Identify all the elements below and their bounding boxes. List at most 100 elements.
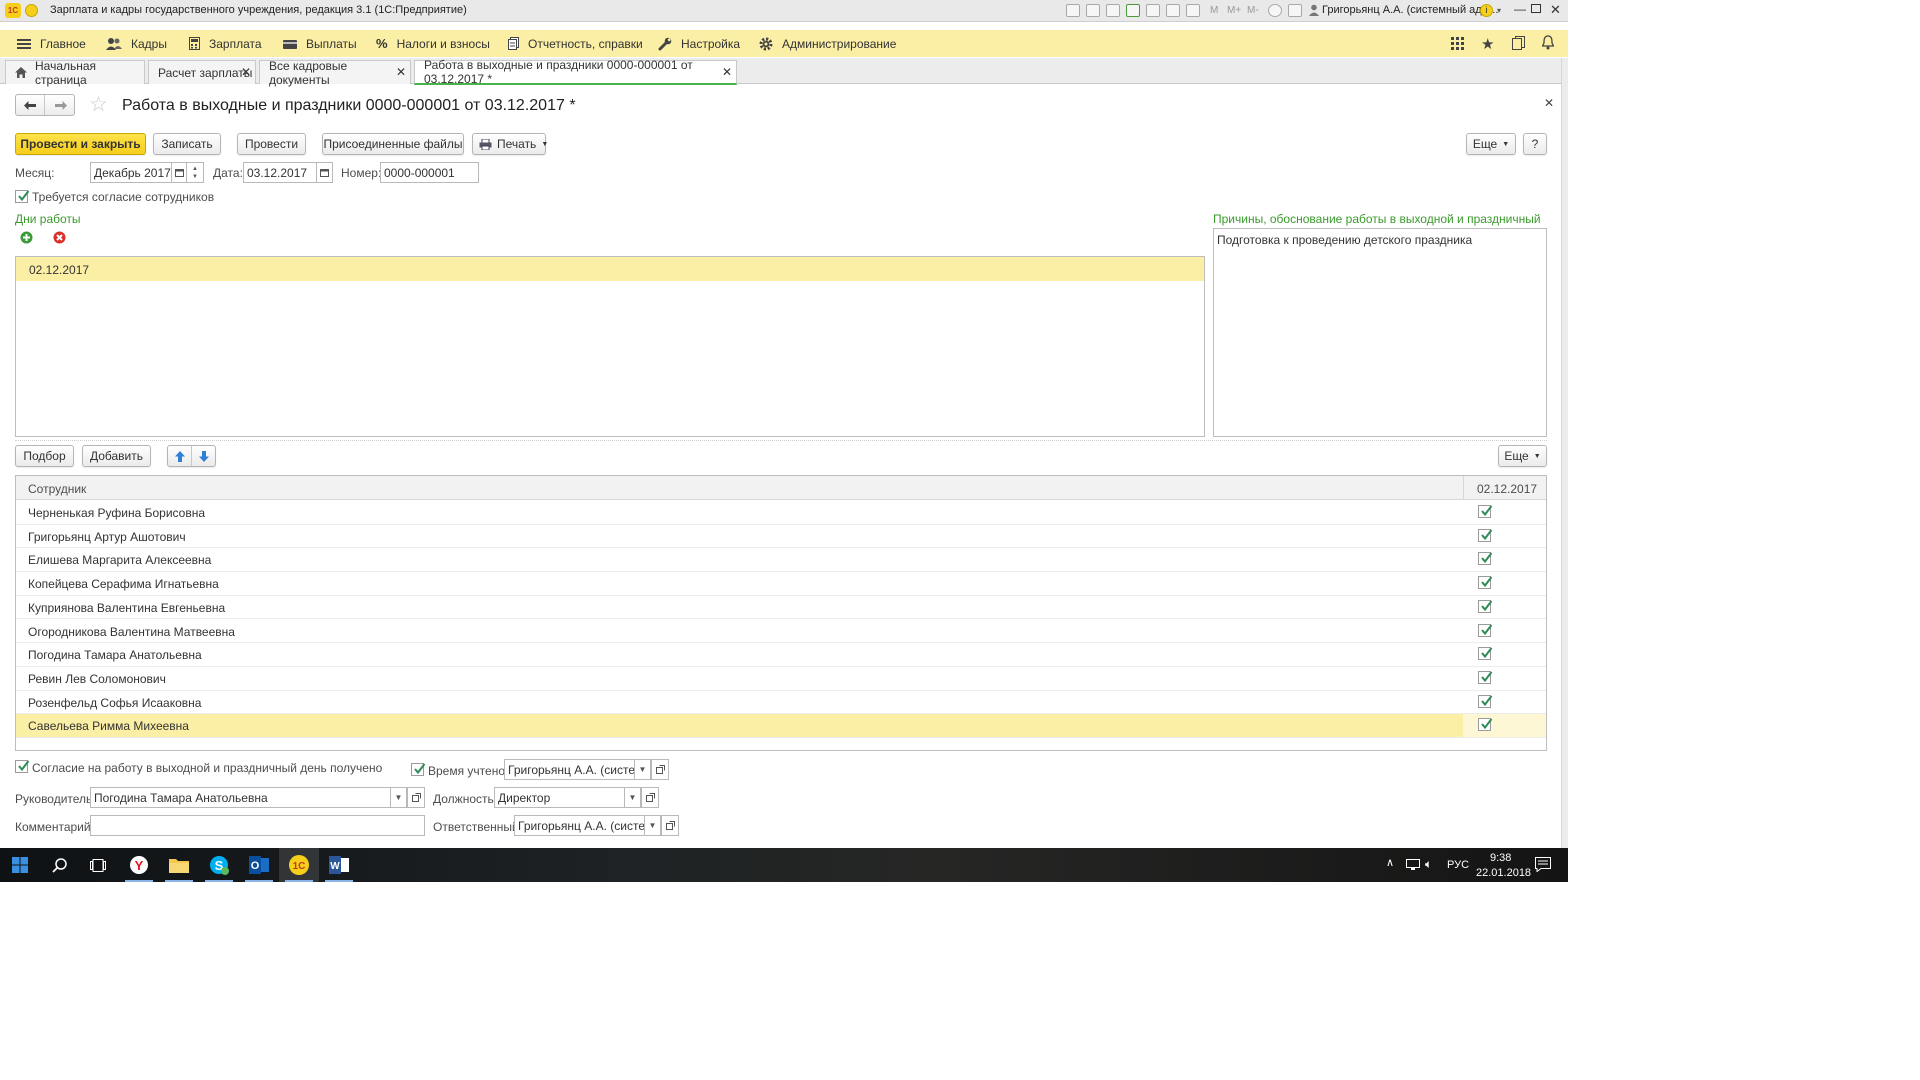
tab-home[interactable]: Начальная страница (5, 59, 145, 87)
table-row[interactable]: Савельева Римма Михеевна (16, 714, 1546, 738)
close-tab-icon[interactable]: ✕ (722, 65, 732, 79)
save-button[interactable]: Записать (153, 133, 221, 155)
table-more-button[interactable]: Еще ▼ (1498, 445, 1547, 467)
table-row[interactable]: Григорьянц Артур Ашотович (16, 525, 1546, 549)
network-icon[interactable] (1406, 859, 1420, 871)
tab-weekend-work[interactable]: Работа в выходные и праздники 0000-00000… (414, 58, 737, 86)
notifications-bell-icon[interactable] (1542, 35, 1554, 50)
windows-start-icon[interactable] (0, 848, 40, 882)
yandex-browser-icon[interactable]: Y (119, 848, 159, 882)
spin-down-icon[interactable]: ▼ (192, 173, 198, 181)
favorites-star-icon[interactable]: ★ (1481, 35, 1494, 53)
add-button[interactable]: Добавить (82, 445, 151, 467)
file-explorer-icon[interactable] (159, 848, 199, 882)
position-input[interactable]: Директор (494, 787, 625, 808)
skype-icon[interactable]: S (199, 848, 239, 882)
close-tab-icon[interactable]: ✕ (396, 65, 406, 79)
work-day-checkbox[interactable] (1478, 505, 1493, 518)
consent-required-checkbox[interactable] (15, 190, 30, 203)
section-salary[interactable]: Зарплата (189, 30, 262, 57)
work-day-checkbox[interactable] (1478, 528, 1493, 542)
table-row[interactable]: Копейцева Серафима Игнатьевна (16, 572, 1546, 596)
calendar-icon[interactable] (1186, 4, 1200, 17)
open-link-icon[interactable] (641, 787, 659, 808)
close-form-icon[interactable]: ✕ (1544, 96, 1554, 110)
open-link-icon[interactable] (407, 787, 425, 808)
table-row[interactable]: Куприянова Валентина Евгеньевна (16, 596, 1546, 620)
table-row[interactable]: Погодина Тамара Анатольевна (16, 643, 1546, 667)
column-divider[interactable] (1463, 476, 1464, 500)
table-row[interactable]: Елишева Маргарита Алексеевна (16, 548, 1546, 573)
tray-chevron-icon[interactable]: ∧ (1386, 856, 1394, 869)
memory-minus-icon[interactable]: M- (1247, 5, 1259, 16)
delete-day-icon[interactable] (53, 231, 66, 244)
open-link-icon[interactable] (661, 815, 679, 836)
task-view-icon[interactable] (78, 848, 118, 882)
work-day-checkbox[interactable] (1478, 670, 1493, 684)
work-day-checkbox[interactable] (1478, 647, 1493, 661)
close-tab-icon[interactable]: ✕ (241, 65, 251, 79)
print-button[interactable]: Печать ▼ (472, 133, 548, 155)
responsible-input[interactable]: Григорьянц А.А. (системн (514, 815, 645, 836)
add-day-icon[interactable] (20, 231, 33, 244)
maximize-icon[interactable] (1531, 4, 1541, 13)
dropdown-arrow-icon[interactable]: ▼ (644, 815, 661, 836)
window-scrollbar[interactable] (1561, 58, 1568, 848)
section-payments[interactable]: Выплаты (283, 30, 357, 57)
tab-hr-documents[interactable]: Все кадровые документы ✕ (259, 59, 411, 87)
section-main[interactable]: Главное (17, 30, 86, 57)
month-spinner[interactable]: ▲ ▼ (186, 162, 204, 183)
help-button[interactable]: ? (1523, 133, 1547, 155)
volume-icon[interactable]: 🔈︎ (1425, 857, 1432, 872)
dropdown-arrow-icon[interactable]: ▼ (390, 787, 407, 808)
work-day-checkbox[interactable] (1478, 718, 1493, 732)
splitter[interactable] (15, 440, 1547, 441)
info-dropdown-icon[interactable]: ▾ (1497, 6, 1501, 15)
time-accounted-user-input[interactable]: Григорьянц А.А. (системн (504, 759, 635, 780)
manager-input[interactable]: Погодина Тамара Анатольевна (90, 787, 391, 808)
table-row[interactable]: Черненькая Руфина Борисовна (16, 501, 1546, 525)
mail-icon[interactable] (1146, 4, 1160, 17)
consent-received-checkbox[interactable] (15, 760, 30, 773)
post-and-close-button[interactable]: Провести и закрыть (15, 133, 146, 155)
move-up-icon[interactable] (168, 446, 192, 466)
current-user[interactable]: Григорьянц А.А. (системный адм... (1322, 4, 1498, 16)
move-down-icon[interactable] (192, 446, 216, 466)
list-item[interactable]: 02.12.2017 (16, 257, 1204, 281)
memory-plus-icon[interactable]: M+ (1227, 5, 1241, 16)
link-icon[interactable] (1166, 4, 1180, 17)
open-link-icon[interactable] (651, 759, 669, 780)
history-icon[interactable] (1512, 36, 1525, 50)
word-icon[interactable]: W (319, 848, 359, 882)
upload-icon[interactable] (1126, 4, 1140, 17)
work-day-checkbox[interactable] (1478, 623, 1493, 637)
print-icon[interactable] (1086, 4, 1100, 17)
app-menu-icon[interactable] (25, 4, 38, 17)
preview-icon[interactable] (1106, 4, 1120, 17)
column-header-date[interactable]: 02.12.2017 (1477, 482, 1537, 496)
info-icon[interactable]: i (1480, 4, 1493, 17)
close-window-icon[interactable]: ✕ (1550, 2, 1561, 18)
search-icon[interactable] (39, 848, 79, 882)
time-accounted-checkbox[interactable] (411, 763, 426, 776)
minimize-icon[interactable]: — (1514, 2, 1526, 16)
date-input[interactable]: 03.12.2017 (243, 162, 317, 183)
calendar-icon[interactable] (171, 162, 187, 183)
attached-files-button[interactable]: Присоединенные файлы (322, 133, 464, 155)
forward-arrow-icon[interactable] (46, 95, 75, 115)
memory-m-icon[interactable]: M (1210, 5, 1218, 16)
month-input[interactable]: Декабрь 2017 (90, 162, 172, 183)
table-row[interactable]: Ревин Лев Соломонович (16, 667, 1546, 691)
work-day-checkbox[interactable] (1478, 694, 1493, 708)
apps-grid-icon[interactable] (1451, 37, 1464, 50)
dropdown-arrow-icon[interactable]: ▼ (634, 759, 651, 780)
section-hr[interactable]: Кадры (106, 30, 167, 57)
spin-up-icon[interactable]: ▲ (192, 165, 198, 173)
post-button[interactable]: Провести (237, 133, 306, 155)
table-row[interactable]: Огородникова Валентина Матвеевна (16, 620, 1546, 644)
section-reports[interactable]: Отчетность, справки (508, 30, 643, 57)
favorite-star-icon[interactable]: ☆ (89, 94, 108, 116)
section-settings[interactable]: Настройка (658, 30, 740, 57)
1c-enterprise-icon[interactable]: 1С (279, 848, 319, 882)
reason-textarea[interactable]: Подготовка к проведению детского праздни… (1213, 228, 1547, 437)
